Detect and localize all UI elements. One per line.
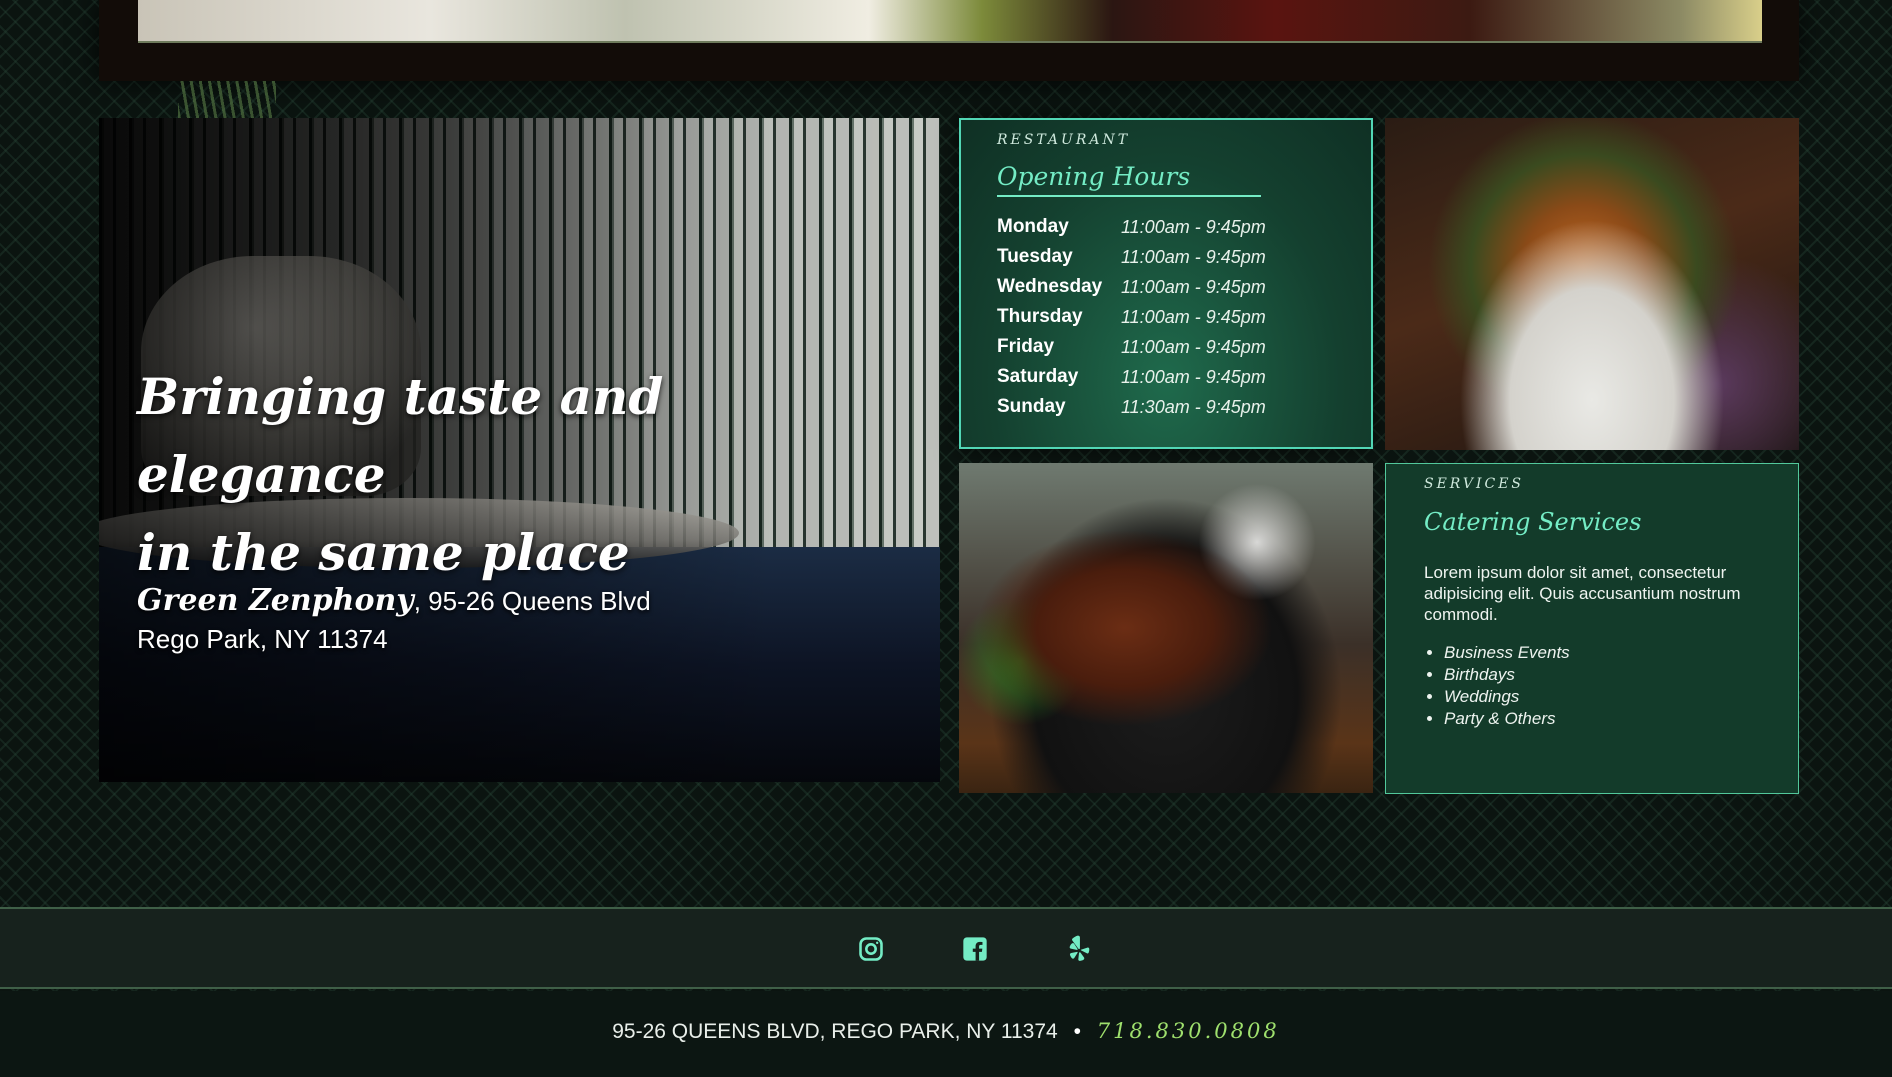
hours-time: 11:30am - 9:45pm — [1121, 396, 1266, 417]
instagram-icon[interactable] — [855, 933, 887, 965]
list-item: Birthdays — [1444, 664, 1570, 686]
hours-time: 11:00am - 9:45pm — [1121, 306, 1266, 327]
list-item: Business Events — [1444, 642, 1570, 664]
hours-day: Friday — [997, 336, 1055, 357]
hero-panel: Bringing taste and elegance in the same … — [99, 118, 940, 782]
services-list: Business Events Birthdays Weddings Party… — [1444, 642, 1570, 730]
services-eyebrow: SERVICES — [1424, 476, 1525, 492]
footer: 95-26 QUEENS BLVD, REGO PARK, NY 11374 •… — [0, 991, 1892, 1077]
hours-time: 11:00am - 9:45pm — [1121, 246, 1266, 267]
social-links-bar — [0, 907, 1892, 989]
services-description: Lorem ipsum dolor sit amet, consectetur … — [1424, 563, 1741, 624]
hours-day: Wednesday — [997, 276, 1103, 297]
hours-day: Saturday — [997, 366, 1079, 387]
catering-services-card: SERVICES Catering Services Lorem ipsum d… — [1385, 463, 1799, 794]
footer-separator: • — [1073, 1020, 1081, 1043]
hours-row: Sunday 11:30am - 9:45pm — [997, 392, 1266, 422]
opening-hours-card: RESTAURANT Opening Hours Monday 11:00am -… — [959, 118, 1373, 449]
hours-title: Opening Hours — [997, 162, 1261, 197]
hours-row: Thursday 11:00am - 9:45pm — [997, 302, 1266, 332]
phone-link[interactable]: 718.830.0808 — [1097, 1019, 1280, 1043]
hours-day: Monday — [997, 216, 1069, 237]
hero-address: Green Zenphony, 95-26 Queens Blvd Rego P… — [137, 583, 651, 654]
hours-table: Monday 11:00am - 9:45pm Tuesday 11:00am - 9… — [997, 212, 1266, 422]
yelp-icon[interactable] — [1063, 933, 1095, 965]
footer-address: 95-26 QUEENS BLVD, REGO PARK, NY 11374 — [612, 1020, 1058, 1043]
top-photo — [138, 0, 1762, 43]
hours-row: Saturday 11:00am - 9:45pm — [997, 362, 1266, 392]
hours-day: Thursday — [997, 306, 1083, 327]
hours-day: Tuesday — [997, 246, 1073, 267]
hours-eyebrow: RESTAURANT — [997, 132, 1131, 148]
hours-time: 11:00am - 9:45pm — [1121, 216, 1266, 237]
list-item: Party & Others — [1444, 708, 1570, 730]
hours-row: Wednesday 11:00am - 9:45pm — [997, 272, 1266, 302]
brand-name: Green Zenphony — [137, 583, 414, 618]
facebook-icon[interactable] — [959, 933, 991, 965]
hours-row: Monday 11:00am - 9:45pm — [997, 212, 1266, 242]
hours-day: Sunday — [997, 396, 1066, 417]
list-item: Weddings — [1444, 686, 1570, 708]
hours-time: 11:00am - 9:45pm — [1121, 336, 1266, 357]
hours-row: Tuesday 11:00am - 9:45pm — [997, 242, 1266, 272]
hours-time: 11:00am - 9:45pm — [1121, 366, 1266, 387]
pineapple-dish-photo — [1385, 118, 1799, 450]
hours-time: 11:00am - 9:45pm — [1121, 276, 1266, 297]
services-title: Catering Services — [1424, 508, 1642, 536]
hours-row: Friday 11:00am - 9:45pm — [997, 332, 1266, 362]
plant-decoration — [178, 81, 276, 119]
steak-dish-photo — [959, 463, 1373, 793]
hero-tagline: Bringing taste and elegance in the same … — [137, 367, 664, 582]
